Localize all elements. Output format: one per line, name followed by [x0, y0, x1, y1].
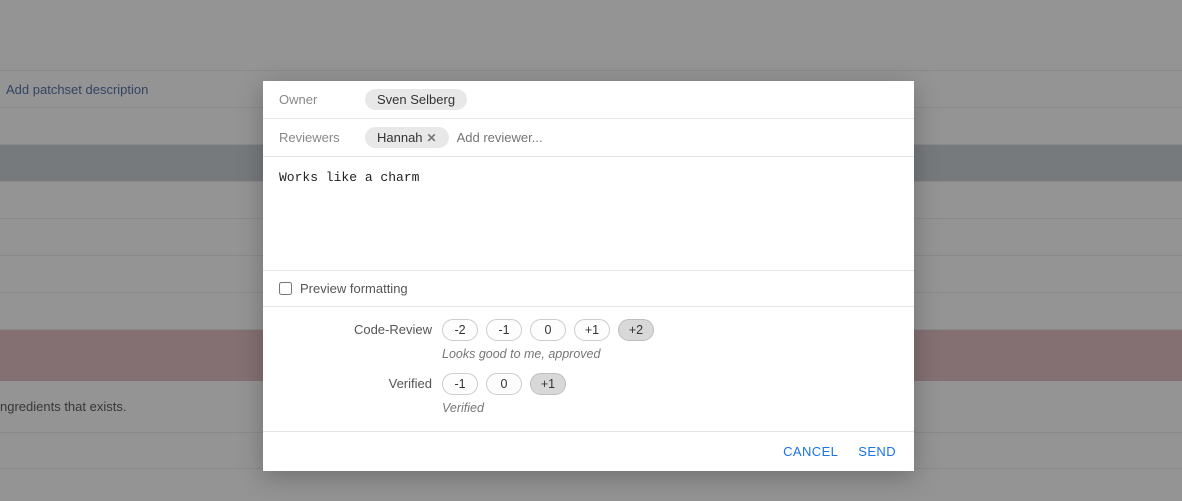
owner-label: Owner [279, 92, 365, 107]
verified-zero-button[interactable]: 0 [486, 373, 522, 395]
preview-label: Preview formatting [300, 281, 408, 296]
reviewer-chip-name: Hannah [377, 130, 423, 145]
owner-chip[interactable]: Sven Selberg [365, 89, 467, 110]
code-review-plus2-button[interactable]: +2 [618, 319, 654, 341]
reviewers-row: Reviewers Hannah ✕ [263, 119, 914, 157]
dialog-actions: CANCEL SEND [263, 432, 914, 471]
code-review-pills: -2 -1 0 +1 +2 [442, 319, 898, 341]
preview-row: Preview formatting [263, 271, 914, 307]
code-review-plus1-button[interactable]: +1 [574, 319, 610, 341]
verified-description: Verified [442, 401, 898, 415]
code-review-minus2-button[interactable]: -2 [442, 319, 478, 341]
verified-row: Verified -1 0 +1 Verified [279, 373, 898, 415]
reply-dialog: Owner Sven Selberg Reviewers Hannah ✕ Pr… [263, 81, 914, 471]
owner-chip-name: Sven Selberg [377, 92, 455, 107]
cancel-button[interactable]: CANCEL [783, 444, 838, 459]
code-review-row: Code-Review -2 -1 0 +1 +2 Looks good to … [279, 319, 898, 361]
preview-checkbox[interactable] [279, 282, 292, 295]
owner-row: Owner Sven Selberg [263, 81, 914, 119]
code-review-minus1-button[interactable]: -1 [486, 319, 522, 341]
vote-section: Code-Review -2 -1 0 +1 +2 Looks good to … [263, 307, 914, 432]
reviewers-label: Reviewers [279, 130, 365, 145]
code-review-description: Looks good to me, approved [442, 347, 898, 361]
send-button[interactable]: SEND [858, 444, 896, 459]
comment-area [263, 157, 914, 271]
reviewer-chip[interactable]: Hannah ✕ [365, 127, 449, 148]
remove-reviewer-icon[interactable]: ✕ [427, 131, 437, 145]
comment-textarea[interactable] [279, 169, 898, 227]
code-review-zero-button[interactable]: 0 [530, 319, 566, 341]
verified-plus1-button[interactable]: +1 [530, 373, 566, 395]
code-review-label: Code-Review [279, 319, 442, 337]
add-reviewer-input[interactable] [457, 130, 597, 145]
verified-pills: -1 0 +1 [442, 373, 898, 395]
verified-minus1-button[interactable]: -1 [442, 373, 478, 395]
verified-label: Verified [279, 373, 442, 391]
